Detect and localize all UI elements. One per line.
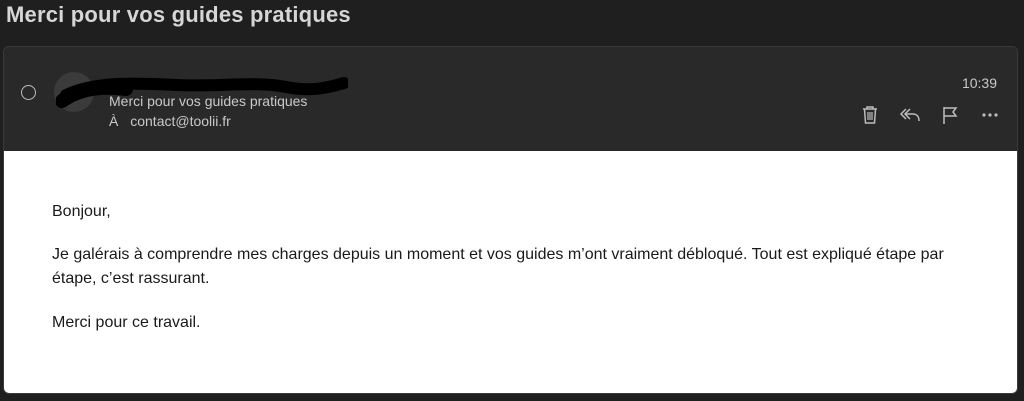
- select-radio[interactable]: [21, 85, 36, 100]
- recipient-line: À contact@toolii.fr: [109, 113, 231, 129]
- subject-bar: Merci pour vos guides pratiques: [0, 0, 1024, 44]
- flag-button[interactable]: [939, 104, 961, 126]
- to-label: À: [109, 113, 119, 129]
- trash-icon: [863, 106, 877, 124]
- more-icon: [982, 113, 998, 117]
- message-header[interactable]: Merci pour vos guides pratiques À contac…: [4, 47, 1017, 151]
- subject-title: Merci pour vos guides pratiques: [6, 2, 351, 27]
- received-time: 10:39: [961, 75, 997, 91]
- recipient-address[interactable]: contact@toolii.fr: [130, 113, 231, 129]
- body-closing: Merci pour ce travail.: [52, 314, 201, 331]
- message-body: Bonjour, Je galérais à comprendre mes ch…: [4, 151, 1017, 393]
- reply-all-button[interactable]: [899, 104, 921, 126]
- message-actions: [859, 103, 1001, 127]
- more-button[interactable]: [979, 104, 1001, 126]
- delete-button[interactable]: [859, 104, 881, 126]
- body-greeting: Bonjour,: [52, 203, 111, 220]
- message-card: Merci pour vos guides pratiques À contac…: [3, 46, 1018, 394]
- flag-icon: [943, 107, 958, 124]
- body-paragraph: Je galérais à comprendre mes charges dep…: [52, 246, 944, 287]
- preview-line: Merci pour vos guides pratiques: [109, 93, 308, 109]
- reply-icon: [899, 108, 920, 122]
